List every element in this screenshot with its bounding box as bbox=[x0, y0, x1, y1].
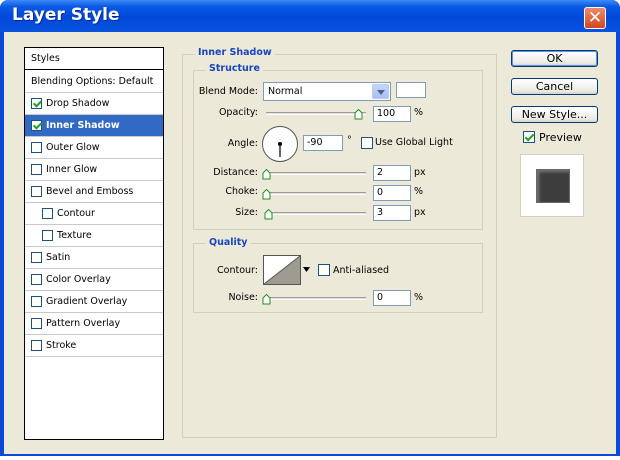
style-item-drop-shadow[interactable]: Drop Shadow bbox=[25, 93, 163, 115]
choke-slider-thumb[interactable] bbox=[262, 188, 271, 200]
anti-aliased-label: Anti-aliased bbox=[333, 265, 390, 276]
style-item-blending-options-default[interactable]: Blending Options: Default bbox=[25, 71, 163, 93]
style-item-inner-glow[interactable]: Inner Glow bbox=[25, 159, 163, 181]
noise-label: Noise: bbox=[228, 292, 258, 303]
style-item-checkbox[interactable] bbox=[31, 252, 42, 263]
quality-title: Quality bbox=[206, 237, 251, 248]
style-item-label: Inner Shadow bbox=[46, 120, 120, 131]
style-preview-swatch bbox=[536, 169, 570, 203]
window-title: Layer Style bbox=[12, 5, 120, 25]
style-item-texture[interactable]: Texture bbox=[25, 225, 163, 247]
style-item-label: Texture bbox=[57, 230, 92, 241]
style-item-checkbox[interactable] bbox=[31, 274, 42, 285]
style-item-label: Outer Glow bbox=[46, 142, 100, 153]
chevron-down-icon[interactable] bbox=[372, 84, 389, 99]
noise-input[interactable]: 0 bbox=[373, 290, 411, 306]
noise-slider[interactable] bbox=[266, 297, 366, 300]
size-label: Size: bbox=[235, 207, 258, 218]
size-slider[interactable] bbox=[266, 212, 366, 215]
distance-input[interactable]: 2 bbox=[373, 165, 411, 181]
style-preview bbox=[520, 154, 584, 217]
style-item-label: Contour bbox=[57, 208, 95, 219]
noise-slider-thumb[interactable] bbox=[262, 293, 271, 305]
style-item-stroke[interactable]: Stroke bbox=[25, 335, 163, 357]
choke-input[interactable]: 0 bbox=[373, 185, 411, 201]
use-global-light-label: Use Global Light bbox=[375, 137, 453, 148]
contour-label: Contour: bbox=[217, 265, 258, 276]
blend-mode-label: Blend Mode: bbox=[198, 86, 258, 97]
title-bar[interactable]: Layer Style ✕ bbox=[0, 0, 620, 32]
style-item-checkbox[interactable] bbox=[42, 230, 53, 241]
structure-title: Structure bbox=[206, 63, 263, 74]
style-item-gradient-overlay[interactable]: Gradient Overlay bbox=[25, 291, 163, 313]
style-item-checkbox[interactable] bbox=[31, 296, 42, 307]
style-item-checkbox[interactable] bbox=[31, 120, 42, 131]
choke-unit: % bbox=[414, 186, 424, 197]
angle-unit: ° bbox=[347, 135, 352, 146]
opacity-slider[interactable] bbox=[266, 112, 366, 115]
ok-button[interactable]: OK bbox=[511, 50, 598, 67]
distance-slider[interactable] bbox=[266, 172, 366, 175]
style-item-label: Drop Shadow bbox=[46, 98, 110, 109]
new-style-button[interactable]: New Style... bbox=[511, 106, 598, 123]
noise-unit: % bbox=[414, 292, 424, 303]
opacity-label: Opacity: bbox=[218, 107, 258, 118]
choke-slider[interactable] bbox=[266, 192, 366, 195]
opacity-unit: % bbox=[414, 107, 424, 118]
distance-label: Distance: bbox=[213, 167, 258, 178]
angle-label: Angle: bbox=[227, 138, 258, 149]
style-item-label: Stroke bbox=[46, 340, 77, 351]
styles-list: Styles Blending Options: Default Drop Sha… bbox=[24, 47, 164, 440]
contour-preview[interactable] bbox=[263, 255, 301, 285]
size-input[interactable]: 3 bbox=[373, 205, 411, 221]
size-unit: px bbox=[414, 207, 426, 218]
style-item-label: Blending Options: Default bbox=[31, 76, 154, 87]
style-item-bevel-and-emboss[interactable]: Bevel and Emboss bbox=[25, 181, 163, 203]
distance-unit: px bbox=[414, 167, 426, 178]
style-item-label: Pattern Overlay bbox=[46, 318, 121, 329]
style-item-outer-glow[interactable]: Outer Glow bbox=[25, 137, 163, 159]
style-item-checkbox[interactable] bbox=[31, 318, 42, 329]
style-item-checkbox[interactable] bbox=[31, 340, 42, 351]
styles-header-label: Styles bbox=[31, 53, 60, 64]
style-item-contour[interactable]: Contour bbox=[25, 203, 163, 225]
style-item-checkbox[interactable] bbox=[31, 142, 42, 153]
angle-dial[interactable] bbox=[262, 126, 298, 162]
preview-checkbox[interactable] bbox=[523, 131, 535, 143]
style-item-pattern-overlay[interactable]: Pattern Overlay bbox=[25, 313, 163, 335]
angle-input[interactable]: -90 bbox=[303, 135, 343, 151]
style-item-checkbox[interactable] bbox=[42, 208, 53, 219]
style-item-label: Bevel and Emboss bbox=[46, 186, 134, 197]
style-item-color-overlay[interactable]: Color Overlay bbox=[25, 269, 163, 291]
close-button[interactable]: ✕ bbox=[584, 7, 606, 29]
size-slider-thumb[interactable] bbox=[264, 208, 273, 220]
shadow-color-swatch[interactable] bbox=[396, 82, 426, 98]
style-item-satin[interactable]: Satin bbox=[25, 247, 163, 269]
close-icon: ✕ bbox=[587, 8, 603, 28]
style-item-inner-shadow[interactable]: Inner Shadow bbox=[25, 115, 163, 137]
preview-label: Preview bbox=[539, 131, 582, 144]
opacity-input[interactable]: 100 bbox=[373, 106, 411, 122]
style-item-checkbox[interactable] bbox=[31, 164, 42, 175]
contour-dropdown[interactable] bbox=[302, 255, 311, 285]
style-item-checkbox[interactable] bbox=[31, 186, 42, 197]
use-global-light-checkbox[interactable] bbox=[361, 137, 373, 149]
style-item-checkbox[interactable] bbox=[31, 98, 42, 109]
choke-label: Choke: bbox=[225, 186, 258, 197]
style-item-label: Color Overlay bbox=[46, 274, 111, 285]
style-item-label: Gradient Overlay bbox=[46, 296, 128, 307]
inner-shadow-title: Inner Shadow bbox=[195, 47, 275, 58]
style-item-label: Satin bbox=[46, 252, 71, 263]
style-item-label: Inner Glow bbox=[46, 164, 98, 175]
anti-aliased-checkbox[interactable] bbox=[318, 264, 330, 276]
blend-mode-select[interactable]: Normal bbox=[263, 82, 391, 101]
cancel-button[interactable]: Cancel bbox=[511, 78, 598, 95]
opacity-slider-thumb[interactable] bbox=[354, 108, 363, 120]
distance-slider-thumb[interactable] bbox=[262, 168, 271, 180]
blend-mode-value: Normal bbox=[268, 86, 303, 97]
styles-list-header[interactable]: Styles bbox=[25, 48, 163, 70]
